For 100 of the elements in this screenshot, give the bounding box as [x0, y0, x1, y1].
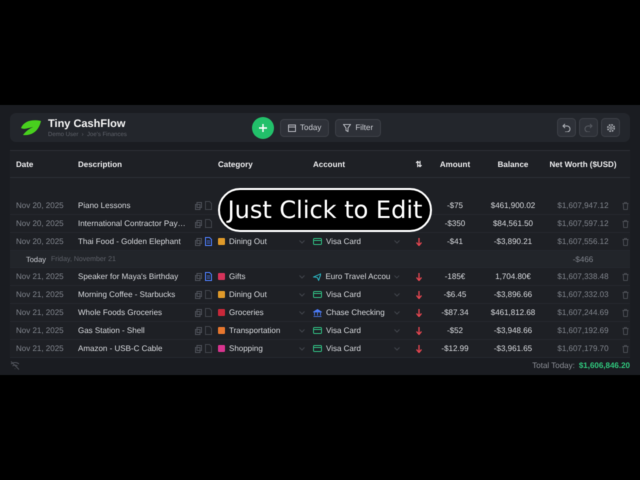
amount-cell[interactable]: -$52	[430, 326, 480, 336]
balance-cell-text: $461,900.02	[490, 201, 536, 210]
trash-icon[interactable]	[622, 220, 628, 228]
column-header[interactable]: ⇅	[408, 160, 430, 169]
account-cell[interactable]: Visa Card	[326, 326, 361, 336]
description-cell[interactable]: Morning Coffee - Starbucks	[78, 290, 176, 300]
caret-icon[interactable]	[299, 240, 305, 244]
bank-icon	[313, 308, 322, 317]
calendar-icon	[288, 124, 296, 132]
net-worth-cell-text: $1,607,597.12	[556, 219, 610, 228]
amount-cell[interactable]: -$350	[430, 219, 480, 228]
date-cell[interactable]: Nov 21, 2025	[16, 326, 78, 336]
caret-icon[interactable]	[299, 274, 305, 279]
date-cell[interactable]: Nov 21, 2025	[16, 290, 78, 300]
trash-icon[interactable]	[622, 308, 628, 317]
copy-icon[interactable]	[195, 344, 202, 353]
copy-icon[interactable]	[195, 290, 202, 299]
net-worth-cell-text: $1,607,947.12	[556, 201, 610, 210]
column-header[interactable]: Category	[218, 160, 313, 169]
trash-icon[interactable]	[622, 344, 628, 353]
settings-button[interactable]	[601, 118, 620, 138]
balance-cell-text: $461,812.68	[490, 308, 536, 318]
date-cell[interactable]: Nov 20, 2025	[16, 201, 78, 210]
description-cell[interactable]: Thai Food - Golden Elephant	[78, 237, 181, 246]
down-arrow-icon	[416, 326, 422, 335]
category-cell[interactable]: Dining Out	[229, 290, 267, 300]
column-header[interactable]: Amount	[430, 160, 480, 169]
account-cell[interactable]: Visa Card	[326, 344, 361, 354]
category-cell[interactable]: Transportation	[229, 326, 280, 336]
balance-cell-text: $84,561.50	[492, 219, 534, 228]
balance-cell-text: -$3,896.66	[492, 290, 534, 300]
trash-icon[interactable]	[622, 290, 628, 299]
column-header[interactable]: Date	[16, 160, 78, 169]
category-cell[interactable]: Shopping	[229, 344, 263, 354]
amount-cell[interactable]: -$41	[430, 237, 480, 246]
account-cell[interactable]: Euro Travel Accou	[325, 272, 390, 282]
undo-button[interactable]	[557, 118, 576, 138]
balance-cell-text: 1,704.80€	[494, 272, 532, 282]
caret-icon[interactable]	[394, 346, 400, 351]
caret-icon[interactable]	[394, 310, 400, 315]
down-arrow-icon	[416, 238, 422, 246]
description-cell[interactable]: Whole Foods Groceries	[78, 308, 162, 318]
account-cell[interactable]: Visa Card	[326, 290, 361, 300]
copy-icon[interactable]	[195, 202, 202, 210]
caret-icon[interactable]	[394, 240, 400, 244]
date-cell[interactable]: Nov 20, 2025	[16, 219, 78, 228]
amount-cell[interactable]: -$75	[430, 201, 480, 210]
caret-icon[interactable]	[299, 292, 305, 297]
net-worth-cell-text: $1,607,244.69	[556, 308, 610, 318]
copy-icon[interactable]	[195, 326, 202, 335]
date-cell[interactable]: Nov 20, 2025	[16, 237, 78, 246]
credit-card-icon	[313, 238, 322, 246]
amount-cell[interactable]: -$6.45	[430, 290, 480, 300]
document-icon[interactable]	[205, 272, 212, 282]
column-header[interactable]: Account	[313, 160, 408, 169]
category-cell[interactable]: Groceries	[229, 308, 264, 318]
copy-icon[interactable]	[195, 238, 202, 246]
amount-cell[interactable]: -185€	[430, 272, 480, 282]
account-cell[interactable]: Chase Checking	[326, 308, 385, 318]
video-caption: Just Click to Edit	[218, 188, 432, 232]
down-arrow-icon	[416, 344, 422, 353]
date-cell[interactable]: Nov 21, 2025	[16, 308, 78, 318]
account-cell[interactable]: Visa Card	[326, 237, 361, 246]
caret-icon[interactable]	[394, 328, 400, 333]
date-cell[interactable]: Nov 21, 2025	[16, 272, 78, 282]
description-cell[interactable]: Amazon - USB-C Cable	[78, 344, 162, 354]
caret-icon[interactable]	[299, 346, 305, 351]
trash-icon[interactable]	[622, 272, 628, 281]
trash-icon[interactable]	[622, 326, 628, 335]
description-cell[interactable]: Speaker for Maya's Birthday	[78, 272, 178, 282]
filter-button[interactable]: Filter	[335, 118, 382, 137]
category-cell[interactable]: Dining Out	[229, 237, 267, 246]
today-button[interactable]: Today	[280, 118, 330, 137]
balance-cell-text: -$3,890.21	[492, 237, 534, 246]
balance-cell-text: -$3,948.66	[492, 326, 534, 336]
caret-icon[interactable]	[299, 328, 305, 333]
column-header[interactable]: Balance	[480, 160, 546, 169]
copy-icon[interactable]	[195, 220, 202, 228]
credit-card-icon	[313, 345, 322, 352]
caret-icon[interactable]	[299, 310, 305, 315]
trash-icon[interactable]	[622, 238, 628, 246]
caret-icon[interactable]	[394, 292, 400, 297]
trash-icon[interactable]	[622, 202, 628, 210]
amount-cell[interactable]: -$12.99	[430, 344, 480, 354]
document-icon[interactable]	[205, 237, 212, 246]
column-header[interactable]: Description	[78, 160, 218, 169]
caret-icon[interactable]	[394, 274, 400, 279]
net-worth-cell-text: $1,607,338.48	[556, 272, 610, 282]
filter-icon	[343, 124, 352, 132]
description-cell[interactable]: Gas Station - Shell	[78, 326, 145, 336]
copy-icon[interactable]	[195, 272, 202, 281]
amount-cell[interactable]: -$87.34	[430, 308, 480, 318]
column-header[interactable]: Net Worth ($USD)	[546, 160, 620, 169]
description-cell[interactable]: Piano Lessons	[78, 201, 130, 210]
balance-cell-text: -$3,961.65	[492, 344, 534, 354]
copy-icon[interactable]	[195, 308, 202, 317]
description-cell[interactable]: International Contractor Pay…	[78, 219, 186, 228]
category-cell[interactable]: Gifts	[229, 272, 246, 282]
add-button[interactable]	[252, 116, 274, 139]
date-cell[interactable]: Nov 21, 2025	[16, 344, 78, 354]
